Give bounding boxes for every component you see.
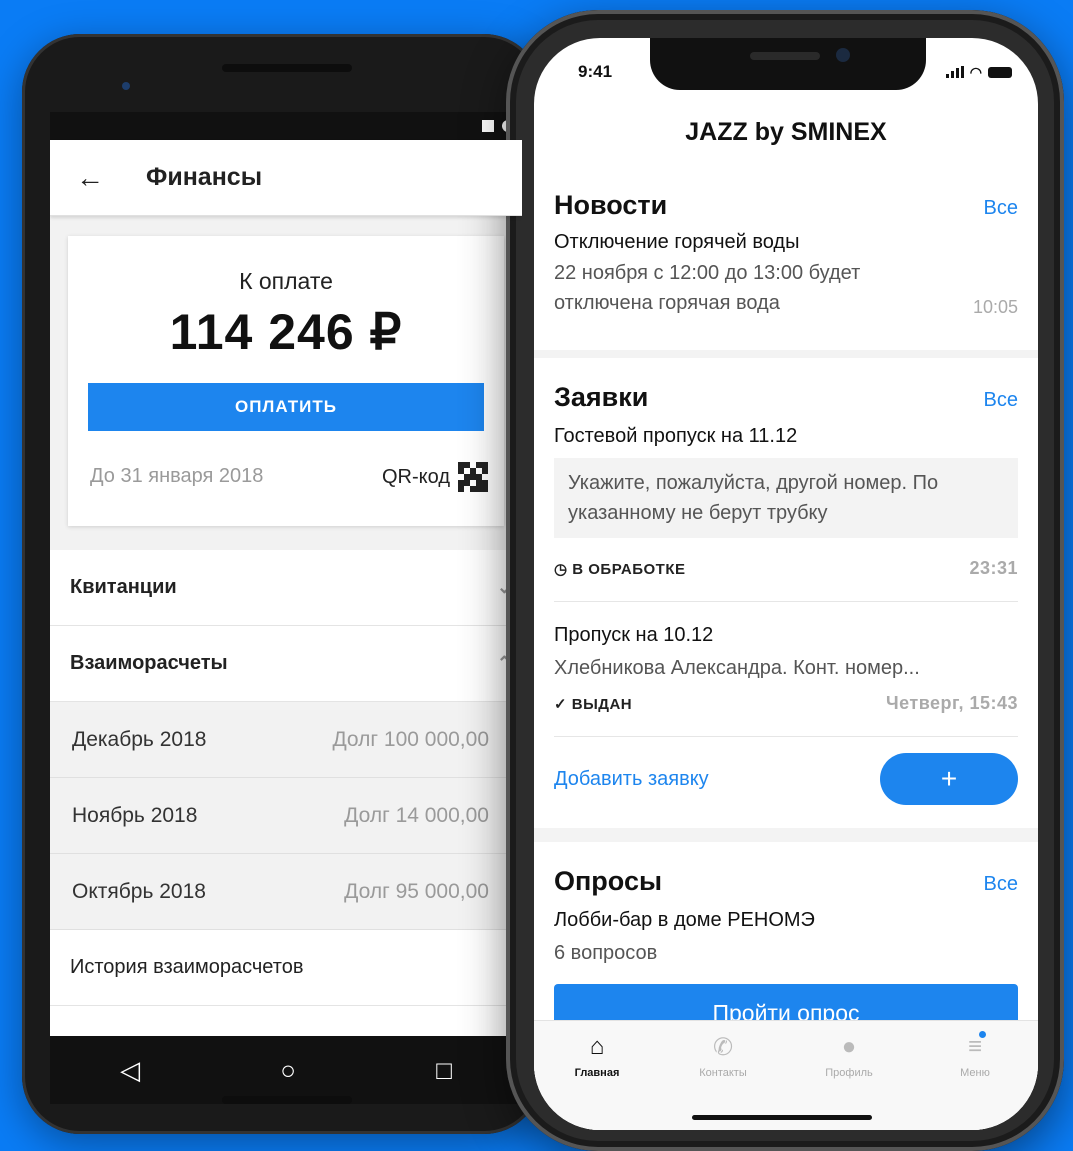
settlements-label: Взаиморасчеты xyxy=(70,652,228,674)
debt-value: Долг 95 000,00 xyxy=(344,879,489,903)
finance-screen: ← Финансы К оплате 114 246 ₽ ОПЛАТИТЬ До… xyxy=(50,112,522,1104)
survey-title[interactable]: Лобби-бар в доме РЕНОМЭ xyxy=(554,909,1018,932)
back-arrow-icon[interactable]: ← xyxy=(76,162,146,194)
tab-label: Главная xyxy=(574,1067,620,1079)
tab-menu[interactable]: ≡ Меню xyxy=(925,1029,1025,1130)
qr-code-link[interactable]: QR-код xyxy=(382,462,488,492)
nav-home-icon[interactable]: ○ xyxy=(280,1055,296,1086)
survey-count: 6 вопросов xyxy=(554,942,658,964)
debt-value: Долг 100 000,00 xyxy=(332,727,489,751)
request-status: ✓ ВЫДАН xyxy=(554,695,633,713)
wifi-icon: ◠ xyxy=(969,63,982,80)
month-row[interactable]: Ноябрь 2018 Долг 14 000,00 › xyxy=(50,778,522,854)
android-phone: ← Финансы К оплате 114 246 ₽ ОПЛАТИТЬ До… xyxy=(22,34,542,1134)
payment-card: К оплате 114 246 ₽ ОПЛАТИТЬ До 31 января… xyxy=(68,236,504,526)
settlements-row[interactable]: Взаиморасчеты ⌃ xyxy=(50,626,522,702)
request-status: ◷ В ОБРАБОТКЕ xyxy=(554,560,686,578)
request-time: 23:31 xyxy=(969,558,1018,578)
signal-icon xyxy=(945,66,964,78)
qr-label: QR-код xyxy=(382,465,450,488)
home-indicator xyxy=(692,1115,872,1120)
debt-value: Долг 14 000,00 xyxy=(344,803,489,827)
iphone: 9:41 ◠ JAZZ by SMINEX Новости Все Отключ… xyxy=(506,10,1064,1151)
surveys-title: Опросы xyxy=(554,866,663,896)
clock-icon: ◷ xyxy=(554,560,573,578)
add-request-button[interactable]: + xyxy=(880,753,1018,805)
android-status-bar xyxy=(50,112,522,140)
tab-label: Контакты xyxy=(699,1067,747,1079)
request-title[interactable]: Пропуск на 10.12 xyxy=(554,624,1018,647)
news-body: 22 ноября с 12:00 до 13:00 будет отключе… xyxy=(554,262,861,314)
divider xyxy=(554,736,1018,737)
pay-label: К оплате xyxy=(239,268,333,294)
news-section: Новости Все Отключение горячей воды 22 н… xyxy=(534,168,1038,350)
due-date: До 31 января 2018 xyxy=(90,465,264,487)
month-label: Октябрь 2018 xyxy=(72,879,206,903)
android-bottom-speaker xyxy=(222,1096,352,1104)
page-title: Финансы xyxy=(146,163,263,191)
request-description: Хлебникова Александра. Конт. номер... xyxy=(554,657,920,679)
notification-badge xyxy=(977,1029,988,1040)
news-all-link[interactable]: Все xyxy=(984,197,1018,220)
iphone-notch xyxy=(650,38,926,90)
requests-title: Заявки xyxy=(554,382,649,412)
surveys-all-link[interactable]: Все xyxy=(984,873,1018,896)
requests-section: Заявки Все Гостевой пропуск на 11.12 Ука… xyxy=(534,358,1038,828)
phone-icon: ✆ xyxy=(712,1034,734,1061)
tab-label: Меню xyxy=(960,1067,990,1079)
nav-recents-icon[interactable]: □ xyxy=(436,1055,452,1086)
month-label: Ноябрь 2018 xyxy=(72,803,198,827)
android-nav-bar: ◁ ○ □ xyxy=(50,1036,522,1104)
finance-app-bar: ← Финансы xyxy=(50,140,522,216)
receipts-row[interactable]: Квитанции ⌄ xyxy=(50,550,522,626)
add-request-link[interactable]: Добавить заявку xyxy=(554,768,709,791)
pay-button[interactable]: ОПЛАТИТЬ xyxy=(88,383,484,431)
menu-icon: ≡ xyxy=(968,1029,988,1063)
status-time: 9:41 xyxy=(578,62,613,81)
tab-bar: ⌂ Главная ✆ Контакты ● Профиль ≡ Меню xyxy=(534,1020,1038,1130)
news-title: Новости xyxy=(554,190,668,220)
request-time: Четверг, 15:43 xyxy=(885,693,1018,713)
history-row[interactable]: История взаиморасчетов › xyxy=(50,930,522,1006)
requests-all-link[interactable]: Все xyxy=(984,389,1018,412)
divider xyxy=(554,601,1018,602)
receipts-label: Квитанции xyxy=(70,576,177,598)
home-icon: ⌂ xyxy=(589,1033,605,1060)
notch-speaker xyxy=(750,52,820,60)
check-icon: ✓ xyxy=(554,695,572,713)
month-row[interactable]: Декабрь 2018 Долг 100 000,00 › xyxy=(50,702,522,778)
nav-back-icon[interactable]: ◁ xyxy=(120,1055,140,1086)
notification-square-icon xyxy=(482,120,494,132)
tab-home[interactable]: ⌂ Главная xyxy=(547,1033,647,1130)
android-speaker xyxy=(222,64,352,72)
person-icon: ● xyxy=(841,1033,857,1060)
request-comment: Укажите, пожалуйста, другой номер. По ук… xyxy=(554,458,1018,538)
history-label: История взаиморасчетов xyxy=(70,956,304,978)
android-camera xyxy=(122,82,130,90)
month-label: Декабрь 2018 xyxy=(72,727,207,751)
news-time: 10:05 xyxy=(972,297,1018,317)
app-title: JAZZ by SMINEX xyxy=(685,118,887,146)
qr-code-icon xyxy=(458,462,488,492)
home-screen: 9:41 ◠ JAZZ by SMINEX Новости Все Отключ… xyxy=(534,38,1038,1130)
battery-icon xyxy=(988,66,1012,78)
request-title[interactable]: Гостевой пропуск на 11.12 xyxy=(554,425,1018,448)
news-headline[interactable]: Отключение горячей воды xyxy=(554,231,1018,254)
pay-amount: 114 246 ₽ xyxy=(169,304,403,360)
payment-area: К оплате 114 246 ₽ ОПЛАТИТЬ До 31 января… xyxy=(50,216,522,550)
month-row[interactable]: Октябрь 2018 Долг 95 000,00 › xyxy=(50,854,522,930)
feed: Новости Все Отключение горячей воды 22 н… xyxy=(534,168,1038,1130)
tab-label: Профиль xyxy=(825,1067,873,1079)
notch-camera xyxy=(836,48,850,62)
